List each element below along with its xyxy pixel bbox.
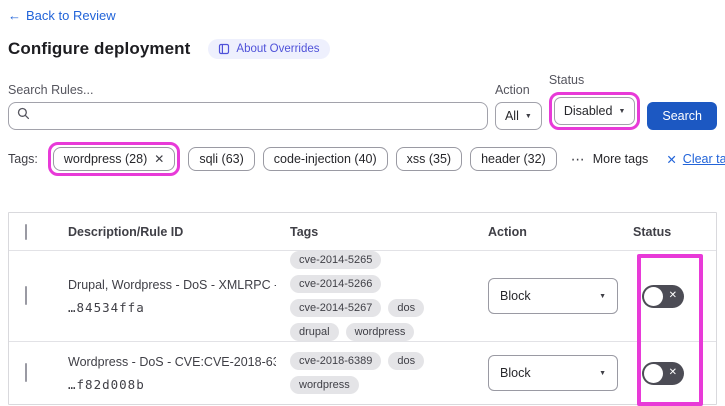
rule-tag-pill: dos: [388, 299, 425, 317]
back-link-label: Back to Review: [26, 8, 116, 23]
tag-filter-code-injection[interactable]: code-injection (40): [262, 147, 388, 171]
page-title: Configure deployment: [8, 39, 191, 58]
row-checkbox[interactable]: [25, 363, 27, 382]
search-rules-label: Search Rules...: [8, 83, 94, 97]
column-header-tags: Tags: [290, 224, 319, 239]
table-row: Wordpress - DoS - CVE:CVE-2018-6389 …f82…: [9, 341, 716, 404]
about-overrides-label: About Overrides: [236, 43, 320, 55]
rule-tags: cve-2018-6389 dos wordpress: [290, 352, 476, 394]
tag-filter-sqli[interactable]: sqli (63): [188, 147, 255, 171]
rule-action-value: Block: [500, 289, 531, 303]
status-filter-select[interactable]: Disabled ▼: [553, 97, 636, 125]
ellipsis-icon: ⋯: [570, 150, 586, 167]
rule-tag-pill: cve-2014-5266: [290, 275, 382, 293]
title-row: Configure deployment About Overrides: [8, 39, 717, 59]
status-filter-value: Disabled: [563, 104, 613, 118]
toggle-off-icon: ✕: [668, 290, 677, 301]
remove-tag-icon[interactable]: ✕: [154, 152, 164, 166]
rule-tag-pill: cve-2014-5267: [290, 299, 382, 317]
search-group: Search Rules...: [8, 83, 488, 130]
action-filter-value: All: [504, 109, 519, 123]
rule-action-select[interactable]: Block ▼: [488, 278, 618, 314]
rule-id: …84534ffa: [68, 299, 145, 315]
filter-controls: Search Rules... Action All ▼ Status Disa…: [8, 73, 717, 130]
configure-deployment-page: ← Back to Review Configure deployment Abo…: [0, 0, 725, 406]
rule-tag-pill: drupal: [290, 323, 339, 341]
column-header-action: Action: [488, 224, 527, 239]
rule-description: Drupal, Wordpress - DoS - XMLRPC - CVE:C…: [68, 277, 276, 292]
action-group: Action All ▼: [494, 83, 542, 130]
action-filter-label: Action: [494, 83, 530, 97]
more-tags-label: More tags: [592, 152, 649, 166]
rule-status-toggle-off[interactable]: ✕: [642, 284, 684, 308]
search-icon: [17, 107, 36, 125]
status-filter-label: Status: [548, 73, 585, 87]
search-rules-input-box[interactable]: [8, 102, 488, 130]
action-filter-select[interactable]: All ▼: [494, 102, 542, 130]
chevron-down-icon: ▼: [599, 369, 606, 377]
search-rules-input[interactable]: [36, 109, 479, 123]
rules-table: Description/Rule ID Tags Action Status D…: [8, 212, 717, 406]
toggle-off-icon: ✕: [668, 367, 677, 378]
docs-book-icon: [218, 43, 230, 55]
toggle-knob: [644, 363, 663, 383]
clear-icon: ✕: [666, 152, 677, 167]
about-overrides-badge[interactable]: About Overrides: [208, 39, 330, 59]
tag-filter-xss[interactable]: xss (35): [395, 147, 463, 171]
search-button[interactable]: Search: [647, 102, 717, 130]
tag-filter-label: wordpress (28): [63, 152, 148, 166]
more-tags-button[interactable]: ⋯ More tags: [571, 151, 649, 168]
select-all-checkbox[interactable]: [25, 223, 27, 240]
rule-tag-pill: wordpress: [290, 376, 359, 394]
table-body: Drupal, Wordpress - DoS - XMLRPC - CVE:C…: [9, 250, 716, 404]
selected-tag-annotation-box: wordpress (28) ✕: [47, 142, 181, 176]
chevron-down-icon: ▼: [599, 292, 606, 300]
tags-bar: Tags: wordpress (28) ✕ sqli (63) code-in…: [8, 142, 725, 176]
tag-filter-wordpress[interactable]: wordpress (28) ✕: [52, 147, 176, 171]
clear-tags-link[interactable]: ✕ Clear tags: [666, 152, 725, 167]
back-to-review-link[interactable]: ← Back to Review: [8, 8, 116, 23]
status-group: Status Disabled ▼: [548, 73, 641, 130]
row-checkbox[interactable]: [25, 286, 27, 305]
status-filter-annotation-box: Disabled ▼: [548, 92, 641, 130]
column-header-status: Status: [633, 224, 672, 239]
chevron-down-icon: ▼: [524, 112, 532, 120]
rule-status-toggle-off[interactable]: ✕: [642, 361, 684, 385]
column-header-description: Description/Rule ID: [68, 224, 184, 239]
table-header-row: Description/Rule ID Tags Action Status: [9, 213, 716, 250]
toggle-knob: [644, 286, 663, 306]
tag-filter-header[interactable]: header (32): [470, 147, 557, 171]
chevron-down-icon: ▼: [618, 107, 626, 115]
rule-action-value: Block: [500, 366, 531, 380]
rule-tag-pill: wordpress: [345, 323, 415, 341]
table-row: Drupal, Wordpress - DoS - XMLRPC - CVE:C…: [9, 251, 716, 341]
rule-tag-pill: cve-2014-5265: [290, 251, 382, 269]
tags-bar-label: Tags:: [8, 152, 38, 166]
rule-tag-pill: dos: [388, 352, 425, 370]
rule-tags: cve-2014-5265 cve-2014-5266 cve-2014-526…: [290, 251, 476, 341]
rule-description: Wordpress - DoS - CVE:CVE-2018-6389: [68, 354, 276, 369]
rule-action-select[interactable]: Block ▼: [488, 355, 618, 391]
rule-id: …f82d008b: [68, 376, 145, 392]
back-arrow-icon: ←: [8, 8, 21, 23]
clear-tags-label: Clear tags: [682, 152, 725, 166]
rule-tag-pill: cve-2018-6389: [290, 352, 382, 370]
